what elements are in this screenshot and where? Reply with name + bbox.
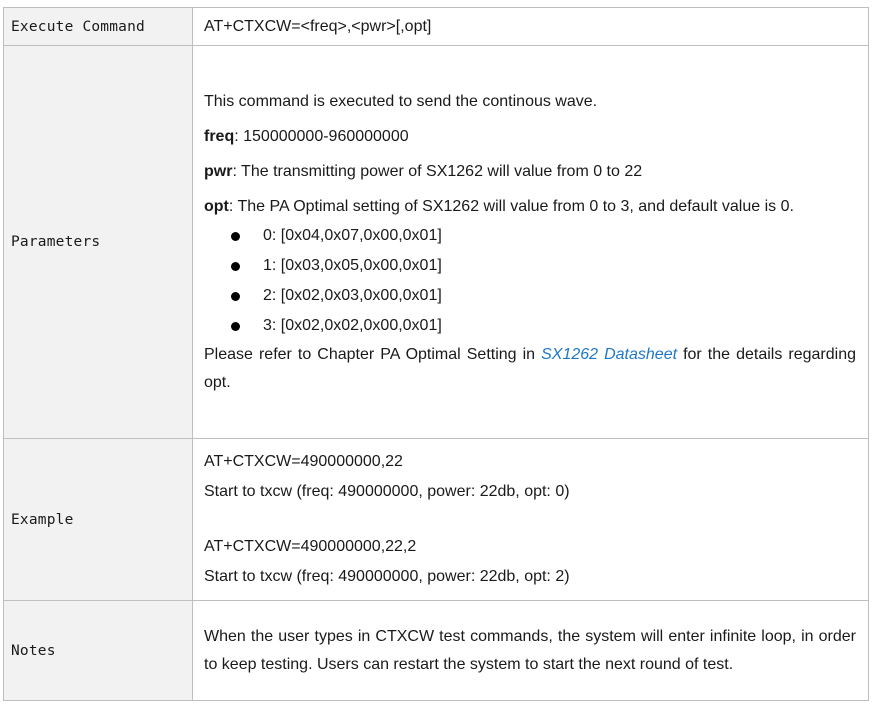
parameters-intro: This command is executed to send the con…: [204, 92, 598, 110]
list-item: 3: [0x02,0x02,0x00,0x01]: [204, 311, 856, 341]
param-pwr-text: : The transmitting power of SX1262 will …: [232, 162, 643, 180]
example-spacer: [204, 507, 856, 532]
opt-values-list: 0: [0x04,0x07,0x00,0x01] 1: [0x03,0x05,0…: [204, 221, 856, 341]
param-pwr-key: pwr: [204, 162, 233, 180]
list-item: 1: [0x03,0x05,0x00,0x01]: [204, 251, 856, 281]
parameters-label: Parameters: [3, 45, 193, 439]
reference-text-before: Please refer to Chapter PA Optimal Setti…: [204, 345, 542, 363]
example-result-2: Start to txcw (freq: 490000000, power: 2…: [204, 568, 570, 585]
param-pwr: pwr: The transmitting power of SX1262 wi…: [204, 158, 856, 186]
execute-command-value: AT+CTXCW=<freq>,<pwr>[,opt]: [192, 7, 869, 46]
datasheet-link[interactable]: SX1262 Datasheet: [541, 346, 677, 363]
bullet-icon: [231, 231, 240, 241]
opt-value-2: 2: [0x02,0x03,0x00,0x01]: [263, 286, 442, 304]
opt-value-0: 0: [0x04,0x07,0x00,0x01]: [263, 226, 442, 244]
table-row-execute-command: Execute Command AT+CTXCW=<freq>,<pwr>[,o…: [3, 7, 869, 46]
param-freq-text: : 150000000-960000000: [234, 127, 409, 145]
table-row-example: Example AT+CTXCW=490000000,22 Start to t…: [3, 438, 869, 601]
example-label: Example: [3, 438, 193, 601]
execute-command-label: Execute Command: [3, 7, 193, 46]
example-content: AT+CTXCW=490000000,22 Start to txcw (fre…: [192, 438, 869, 601]
example-command-2: AT+CTXCW=490000000,22,2: [204, 538, 417, 555]
example-command-1: AT+CTXCW=490000000,22: [204, 453, 403, 470]
bullet-icon: [231, 261, 240, 271]
notes-label: Notes: [3, 600, 193, 701]
parameters-content: This command is executed to send the con…: [192, 45, 869, 439]
command-table: Execute Command AT+CTXCW=<freq>,<pwr>[,o…: [3, 7, 869, 701]
table-row-parameters: Parameters This command is executed to s…: [3, 45, 869, 439]
param-freq-key: freq: [204, 127, 235, 145]
example-result-1: Start to txcw (freq: 490000000, power: 2…: [204, 483, 570, 500]
opt-value-3: 3: [0x02,0x02,0x00,0x01]: [263, 316, 442, 334]
param-freq: freq: 150000000-960000000: [204, 123, 856, 151]
list-item: 2: [0x02,0x03,0x00,0x01]: [204, 281, 856, 311]
param-opt-text: : The PA Optimal setting of SX1262 will …: [228, 197, 794, 215]
param-opt-key: opt: [204, 197, 229, 215]
opt-value-1: 1: [0x03,0x05,0x00,0x01]: [263, 256, 442, 274]
list-item: 0: [0x04,0x07,0x00,0x01]: [204, 221, 856, 251]
bullet-icon: [231, 321, 240, 331]
param-reference: Please refer to Chapter PA Optimal Setti…: [204, 341, 856, 397]
param-opt: opt: The PA Optimal setting of SX1262 wi…: [204, 193, 856, 221]
bullet-icon: [231, 291, 240, 301]
notes-text: When the user types in CTXCW test comman…: [192, 600, 869, 701]
table-row-notes: Notes When the user types in CTXCW test …: [3, 600, 869, 701]
